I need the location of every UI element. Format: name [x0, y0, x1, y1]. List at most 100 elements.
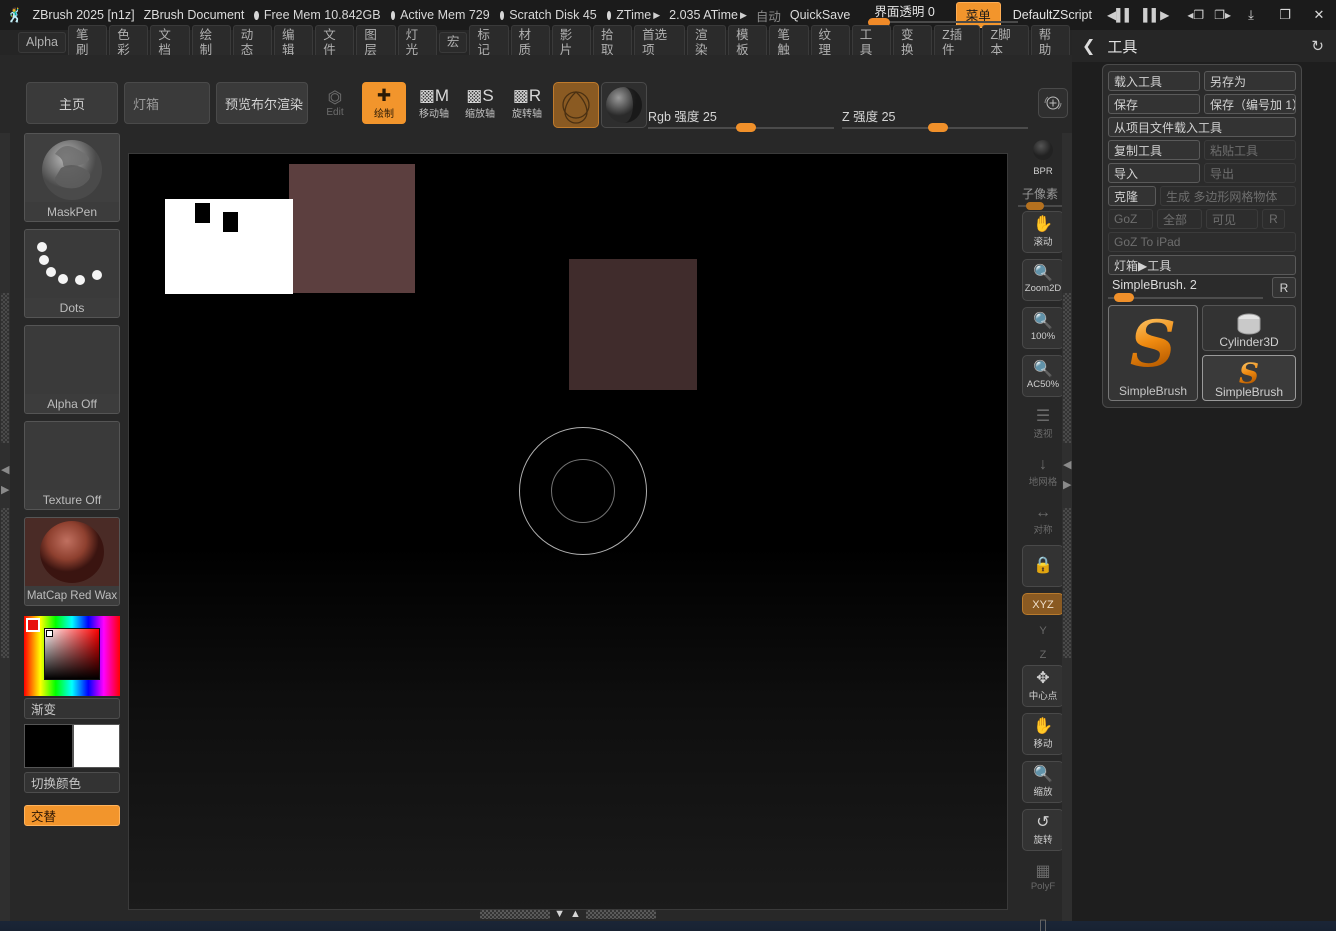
canvas-grip-left[interactable]	[480, 910, 550, 919]
restore-button[interactable]: ❐	[1268, 7, 1302, 23]
rgb-intensity-knob[interactable]	[736, 123, 756, 132]
canvas-scroll-down-icon[interactable]: ▼	[554, 908, 566, 920]
left-shelf-edge[interactable]: ◀ ▶	[0, 133, 10, 921]
layout-next-icon[interactable]: ❐▸	[1211, 6, 1234, 24]
save-increment-button[interactable]: 保存（编号加 1）	[1204, 94, 1296, 114]
add-stroke-button[interactable]	[1038, 88, 1068, 118]
home-button[interactable]: 主页	[26, 82, 118, 124]
switch-color-button[interactable]: 切换颜色	[24, 772, 120, 793]
zscript-prev-icon[interactable]: ◀▌▌	[1104, 6, 1136, 24]
paste-tool-button[interactable]: 粘贴工具	[1204, 140, 1296, 160]
subpixel-slider[interactable]	[1018, 205, 1062, 207]
canvas-scroll-up-icon[interactable]: ▲	[570, 908, 582, 920]
ac50-button[interactable]: 🔍 AC50%	[1022, 355, 1064, 397]
right-collapse-arrow-icon[interactable]: ◀	[1063, 458, 1071, 471]
right-shelf-edge[interactable]: ◀ ▶	[1062, 133, 1072, 921]
lightbox-tool-button[interactable]: 灯箱▶工具	[1108, 255, 1296, 275]
floor-grid-button[interactable]: ↓ 地网格	[1022, 451, 1064, 493]
z-intensity-knob[interactable]	[928, 123, 948, 132]
axis-xyz-button[interactable]: XYZ	[1022, 593, 1064, 615]
copy-tool-button[interactable]: 复制工具	[1108, 140, 1200, 160]
rotate-view-button[interactable]: ↺ 旋转	[1022, 809, 1064, 851]
zoom2d-button[interactable]: 🔍 Zoom2D	[1022, 259, 1064, 301]
current-material-swatch[interactable]	[553, 82, 599, 128]
goz-r-button[interactable]: R	[1262, 209, 1285, 229]
tool-slider-knob[interactable]	[1114, 293, 1134, 302]
import-button[interactable]: 导入	[1108, 163, 1200, 183]
canvas-resize-bar[interactable]: ▼ ▲	[128, 907, 1008, 921]
draw-button[interactable]: ✚ 绘制	[362, 82, 406, 124]
save-button[interactable]: 保存	[1108, 94, 1200, 114]
reset-icon[interactable]: ↻	[1311, 37, 1324, 55]
right-edge-grip-bottom[interactable]	[1063, 508, 1071, 658]
edit-button[interactable]: ⏣ Edit	[318, 82, 352, 124]
right-edge-grip-top[interactable]	[1063, 293, 1071, 443]
load-tool-from-project-button[interactable]: 从项目文件载入工具	[1108, 117, 1296, 137]
boolean-preview-button[interactable]: 预览布尔渲染	[216, 82, 308, 124]
close-button[interactable]: ✕	[1302, 7, 1336, 23]
scroll-button[interactable]: ✋ 滚动	[1022, 211, 1064, 253]
minimize-button[interactable]: ⤓	[1234, 7, 1268, 23]
alternate-button[interactable]: 交替	[24, 805, 120, 826]
symmetry-button[interactable]: ↔ 对称	[1022, 499, 1064, 541]
actual-size-button[interactable]: 🔍 100%	[1022, 307, 1064, 349]
scale-button[interactable]: ▩S 缩放轴	[458, 82, 502, 124]
axis-z-button[interactable]: Z	[1022, 643, 1064, 665]
brush-swatch[interactable]: MaskPen	[24, 133, 120, 222]
texture-swatch[interactable]: Texture Off	[24, 421, 120, 510]
auto-label[interactable]: 自动	[756, 6, 781, 25]
window-layout-group[interactable]: ◂❐ ❐▸	[1184, 6, 1234, 24]
tool-slider-r-button[interactable]: R	[1272, 277, 1296, 298]
goz-visible-button[interactable]: 可见	[1206, 209, 1258, 229]
left-edge-grip-top[interactable]	[1, 293, 9, 443]
right-expand-arrow-icon[interactable]: ▶	[1063, 478, 1071, 491]
save-as-button[interactable]: 另存为	[1204, 71, 1296, 91]
menu-item-alpha[interactable]: Alpha	[18, 32, 66, 53]
secondary-color-swatch[interactable]	[73, 724, 120, 768]
move-button[interactable]: ▩M 移动轴	[412, 82, 456, 124]
menu-item-macro[interactable]: 宏	[439, 32, 468, 53]
bpr-button[interactable]: BPR	[1022, 137, 1064, 179]
left-edge-grip-bottom[interactable]	[1, 508, 9, 658]
ztime-label[interactable]: ZTime	[616, 8, 651, 22]
zoom-button[interactable]: 🔍 缩放	[1022, 761, 1064, 803]
rgb-intensity-slider[interactable]: Rgb 强度 25	[648, 106, 834, 125]
clone-button[interactable]: 克隆	[1108, 186, 1156, 206]
material-preview[interactable]	[601, 82, 647, 128]
make-polymesh3d-button[interactable]: 生成 多边形网格物体	[1160, 186, 1296, 206]
goz-button[interactable]: GoZ	[1108, 209, 1153, 229]
material-swatch[interactable]: MatCap Red Wax	[24, 517, 120, 606]
z-intensity-slider[interactable]: Z 强度 25	[842, 106, 1028, 125]
perspective-button[interactable]: ☰ 透视	[1022, 403, 1064, 445]
color-picker[interactable]	[24, 616, 120, 696]
goz-to-ipad-button[interactable]: GoZ To iPad	[1108, 232, 1296, 252]
default-zscript-label[interactable]: DefaultZScript	[1013, 8, 1092, 22]
active-tool-thumbnail[interactable]: S SimpleBrush	[1108, 305, 1198, 401]
axis-y-button[interactable]: Y	[1022, 619, 1064, 641]
layout-prev-icon[interactable]: ◂❐	[1184, 6, 1207, 24]
load-tool-button[interactable]: 载入工具	[1108, 71, 1200, 91]
subpixel-knob[interactable]	[1026, 202, 1044, 210]
zscript-nav-group[interactable]: ◀▌▌ ▌▌▶	[1104, 6, 1172, 24]
export-button[interactable]: 导出	[1204, 163, 1296, 183]
stroke-swatch[interactable]: Dots	[24, 229, 120, 318]
tool-item-slider[interactable]: SimpleBrush. 2 R	[1108, 278, 1296, 302]
alpha-swatch[interactable]: Alpha Off	[24, 325, 120, 414]
gradient-button[interactable]: 渐变	[24, 698, 120, 719]
rotate-button[interactable]: ▩R 旋转轴	[505, 82, 549, 124]
canvas-grip-right[interactable]	[586, 910, 656, 919]
polyframe-button[interactable]: ▦ PolyF	[1022, 857, 1064, 899]
tool-item-simplebrush[interactable]: S SimpleBrush	[1202, 355, 1296, 401]
lightbox-button[interactable]: 灯箱	[124, 82, 210, 124]
tool-item-cylinder3d[interactable]: Cylinder3D	[1202, 305, 1296, 351]
pan-button[interactable]: ✋ 移动	[1022, 713, 1064, 755]
center-button[interactable]: ✥ 中心点	[1022, 665, 1064, 707]
document-canvas[interactable]	[128, 153, 1008, 910]
camera-lock-button[interactable]: 🔒	[1022, 545, 1064, 587]
transp-button[interactable]: ▯	[1022, 905, 1064, 931]
left-collapse-arrow-icon[interactable]: ◀	[1, 463, 9, 476]
left-expand-arrow-icon[interactable]: ▶	[1, 483, 9, 496]
primary-color-swatch[interactable]	[24, 724, 73, 768]
goz-all-button[interactable]: 全部	[1157, 209, 1202, 229]
quicksave-button[interactable]: QuickSave	[790, 8, 850, 22]
